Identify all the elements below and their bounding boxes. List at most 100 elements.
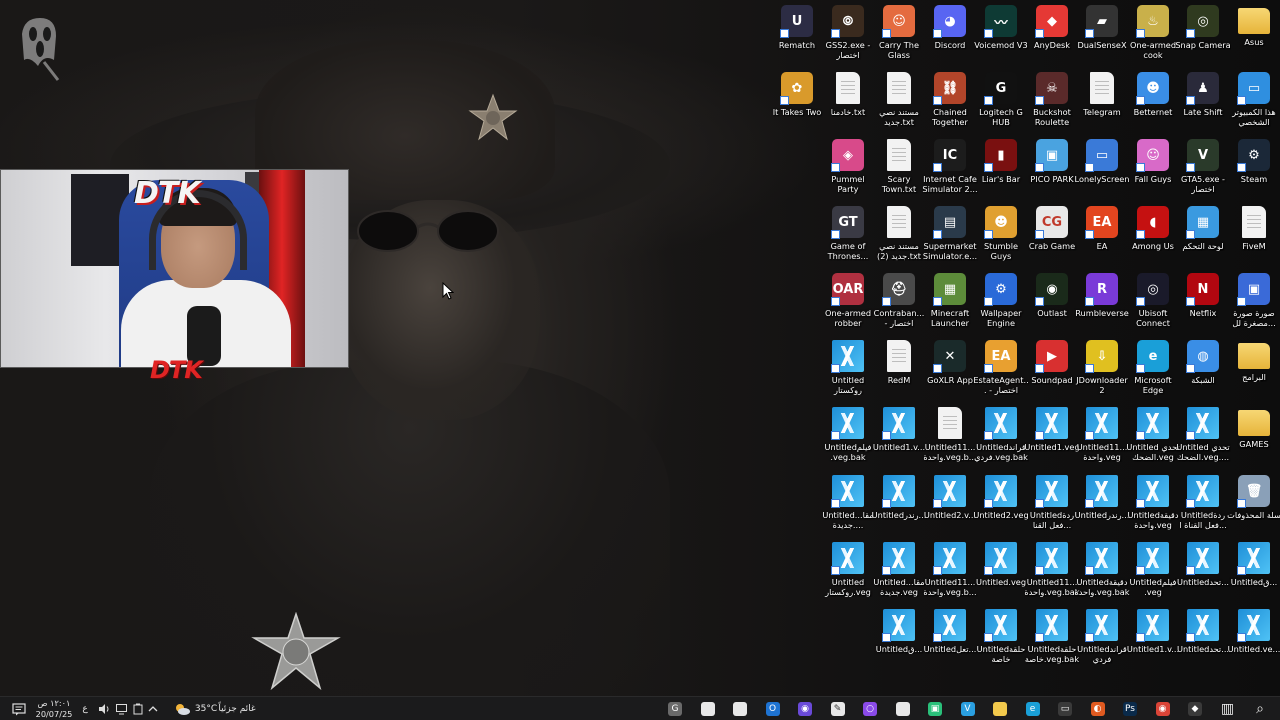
desktop-icon[interactable]: OAR One-armed robber	[823, 270, 873, 336]
network-icon[interactable]	[113, 700, 129, 718]
task-view-icon[interactable]: ▥	[1217, 700, 1239, 718]
desktop-icon[interactable]: N Netflix	[1178, 270, 1228, 336]
desktop-icon[interactable]: Untitledفيلم .veg	[1128, 539, 1178, 605]
desktop-icon[interactable]: V GTA5.exe - اختصار	[1178, 136, 1228, 202]
vpn-app-icon[interactable]: ◐	[1087, 700, 1109, 718]
desktop-icon[interactable]: ▤ Supermarket Simulator.e...	[923, 203, 977, 269]
desktop-icon[interactable]: Untitled2.veg	[973, 472, 1029, 538]
notepad-app-icon[interactable]: ✎	[827, 700, 849, 718]
desktop-icon[interactable]: R Rumbleverse	[1075, 270, 1129, 336]
desktop-icon[interactable]: Untitledتحد...	[1177, 539, 1229, 605]
file-app-2-icon[interactable]	[729, 700, 751, 718]
desktop-icon[interactable]: ⇩ JDownloader 2	[1076, 337, 1128, 403]
notification-center-icon[interactable]	[8, 700, 30, 718]
desktop-icon[interactable]: Untitledفيلم .veg.bak	[823, 404, 873, 470]
desktop-icon[interactable]: ▦ لوحة التحكم	[1178, 203, 1228, 269]
desktop-icon[interactable]: مستند نصي جديد (2).txt	[874, 203, 924, 269]
desktop-icon[interactable]: Untitledحلقة خاصة	[976, 606, 1026, 672]
desktop-icon[interactable]: البرامج	[1229, 337, 1279, 403]
desktop[interactable]: DTK DTK U Rematch ⦾ GSS2.exe - اختصار ☺ Carry…	[0, 0, 1280, 696]
desktop-icon[interactable]: Untitledق...	[1229, 539, 1279, 605]
desktop-icon[interactable]: Untitled11... واحدة.veg.bak	[1024, 539, 1080, 605]
desktop-icon[interactable]: ⛓ Chained Together	[925, 69, 975, 135]
vegas-app-icon[interactable]: V	[957, 700, 979, 718]
app-dark-icon[interactable]: ◆	[1184, 700, 1206, 718]
desktop-icon[interactable]: ◖ Among Us	[1128, 203, 1178, 269]
weather-icon[interactable]	[172, 700, 192, 718]
desktop-icon[interactable]: Untitledدقيقة واحدة.veg.bak	[1074, 539, 1130, 605]
desktop-icon[interactable]: Untitledقراند فردي	[1077, 606, 1127, 672]
edge-app-icon[interactable]: e	[1022, 700, 1044, 718]
desktop-icon[interactable]: مستند نصي جديد.txt	[874, 69, 924, 135]
desktop-icon[interactable]: Untitledرندر...	[872, 472, 926, 538]
desktop-icon[interactable]: ▰ DualSenseX	[1077, 2, 1127, 68]
battery-icon[interactable]	[130, 700, 146, 718]
search-icon[interactable]: ⌕	[1249, 700, 1271, 718]
desktop-icon[interactable]: ◎ Snap Camera	[1175, 2, 1231, 68]
desktop-icon[interactable]: Untitledردة فعل القناة ا...	[1178, 472, 1228, 538]
desktop-icon[interactable]: Telegram	[1077, 69, 1127, 135]
desktop-icon[interactable]: ☠ Buckshot Roulette	[1027, 69, 1077, 135]
desktop-icon[interactable]: ◈ Pummel Party	[823, 136, 873, 202]
file-app-3-icon[interactable]	[892, 700, 914, 718]
desktop-icon[interactable]: Untitled روكستار.veg	[823, 539, 873, 605]
desktop-icon[interactable]: U Rematch	[772, 2, 822, 68]
desktop-icon[interactable]: ⦾ GSS2.exe - اختصار	[823, 2, 873, 68]
desktop-icon[interactable]: EA EstateAgent... - اختصار	[973, 337, 1029, 403]
desktop-icon[interactable]: ▶ Soundpad	[1027, 337, 1077, 403]
desktop-icon[interactable]: ▭ LonelyScreen	[1075, 136, 1129, 202]
weather-desc[interactable]: غائم جزئياً	[218, 700, 256, 718]
desktop-icon[interactable]: ◉ Outlast	[1027, 270, 1077, 336]
chrome-app-icon[interactable]: ◉	[1152, 700, 1174, 718]
desktop-icon[interactable]: GAMES	[1229, 404, 1279, 470]
desktop-icon[interactable]: ⚙ Steam	[1229, 136, 1279, 202]
desktop-icon[interactable]: 〰 Voicemod V3	[974, 2, 1028, 68]
desktop-icon[interactable]: IC Internet Cafe Simulator 2...	[922, 136, 978, 202]
outlook-app-icon[interactable]: O	[762, 700, 784, 718]
desktop-icon[interactable]: ☺ Carry The Glass	[874, 2, 924, 68]
desktop-icon[interactable]: Untitledقراند فردي.veg.bak	[974, 404, 1028, 470]
desktop-icon[interactable]: Untitledتحد...	[1177, 606, 1229, 672]
desktop-icon[interactable]: Untitledمقا... جديدة....	[822, 472, 874, 538]
desktop-icon[interactable]: ◍ الشبكة	[1178, 337, 1228, 403]
desktop-icon[interactable]: ✿ It Takes Two	[772, 69, 822, 135]
desktop-icon[interactable]: e Microsoft Edge	[1128, 337, 1178, 403]
desktop-icon[interactable]: ▣ صورة صورة مصغرة لل...	[1229, 270, 1279, 336]
volume-icon[interactable]	[96, 700, 112, 718]
desktop-icon[interactable]: Untitled11... واحدة.veg.b...	[923, 539, 977, 605]
file-app-icon[interactable]	[697, 700, 719, 718]
desktop-icon[interactable]: ✕ GoXLR App	[925, 337, 975, 403]
chevron-up-icon[interactable]	[146, 700, 160, 718]
desktop-icon[interactable]: Untitledق...	[874, 606, 924, 672]
desktop-icon[interactable]: Untitledحلقة خاصة.veg.bak	[1025, 606, 1079, 672]
desktop-icon[interactable]: ◎ Ubisoft Connect	[1128, 270, 1178, 336]
desktop-icon[interactable]: ☻ Stumble Guys	[976, 203, 1026, 269]
language-indicator[interactable]: ع	[78, 700, 92, 718]
desktop-icon[interactable]: FiveM	[1229, 203, 1279, 269]
app-purple-icon[interactable]: ◉	[794, 700, 816, 718]
desktop-icon[interactable]: ☻ Betternet	[1128, 69, 1178, 135]
desktop-icon[interactable]: Untitledردة فعل القنا...	[1027, 472, 1077, 538]
desktop-icon[interactable]: ⚙ Wallpaper Engine	[976, 270, 1026, 336]
desktop-icon[interactable]: GT Game of Thrones...	[823, 203, 873, 269]
gaming-app-icon[interactable]: G	[664, 700, 686, 718]
desktop-icon[interactable]: Untitled.veg	[976, 539, 1026, 605]
desktop-icon[interactable]: Scary Town.txt	[874, 136, 924, 202]
desktop-icon[interactable]: ▭ هذا الكمبيوتر الشخصي	[1229, 69, 1279, 135]
xbox-app-icon[interactable]: ▭	[1054, 700, 1076, 718]
desktop-icon[interactable]: Untitled روكستار	[823, 337, 873, 403]
desktop-icon[interactable]: EA EA	[1077, 203, 1127, 269]
desktop-icon[interactable]: Asus	[1229, 2, 1279, 68]
desktop-icon[interactable]: Untitledمقا... جديدة.veg	[873, 539, 925, 605]
desktop-icon[interactable]: Untitledرندر...	[1075, 472, 1129, 538]
desktop-icon[interactable]: Untitled.ve...	[1228, 606, 1280, 672]
desktop-icon[interactable]: ▣ PICO PARK	[1027, 136, 1077, 202]
desktop-icon[interactable]: ♨ One-armed cook	[1128, 2, 1178, 68]
desktop-icon[interactable]: CG Crab Game	[1027, 203, 1077, 269]
desktop-icon[interactable]: ◕ Discord	[925, 2, 975, 68]
desktop-icon[interactable]: ♟ Late Shift	[1178, 69, 1228, 135]
desktop-icon[interactable]: Untitled2.v...	[924, 472, 976, 538]
desktop-icon[interactable]: Untitled1.v...	[1127, 606, 1179, 672]
app-green-icon[interactable]: ▣	[924, 700, 946, 718]
desktop-icon[interactable]: G Logitech G HUB	[976, 69, 1026, 135]
